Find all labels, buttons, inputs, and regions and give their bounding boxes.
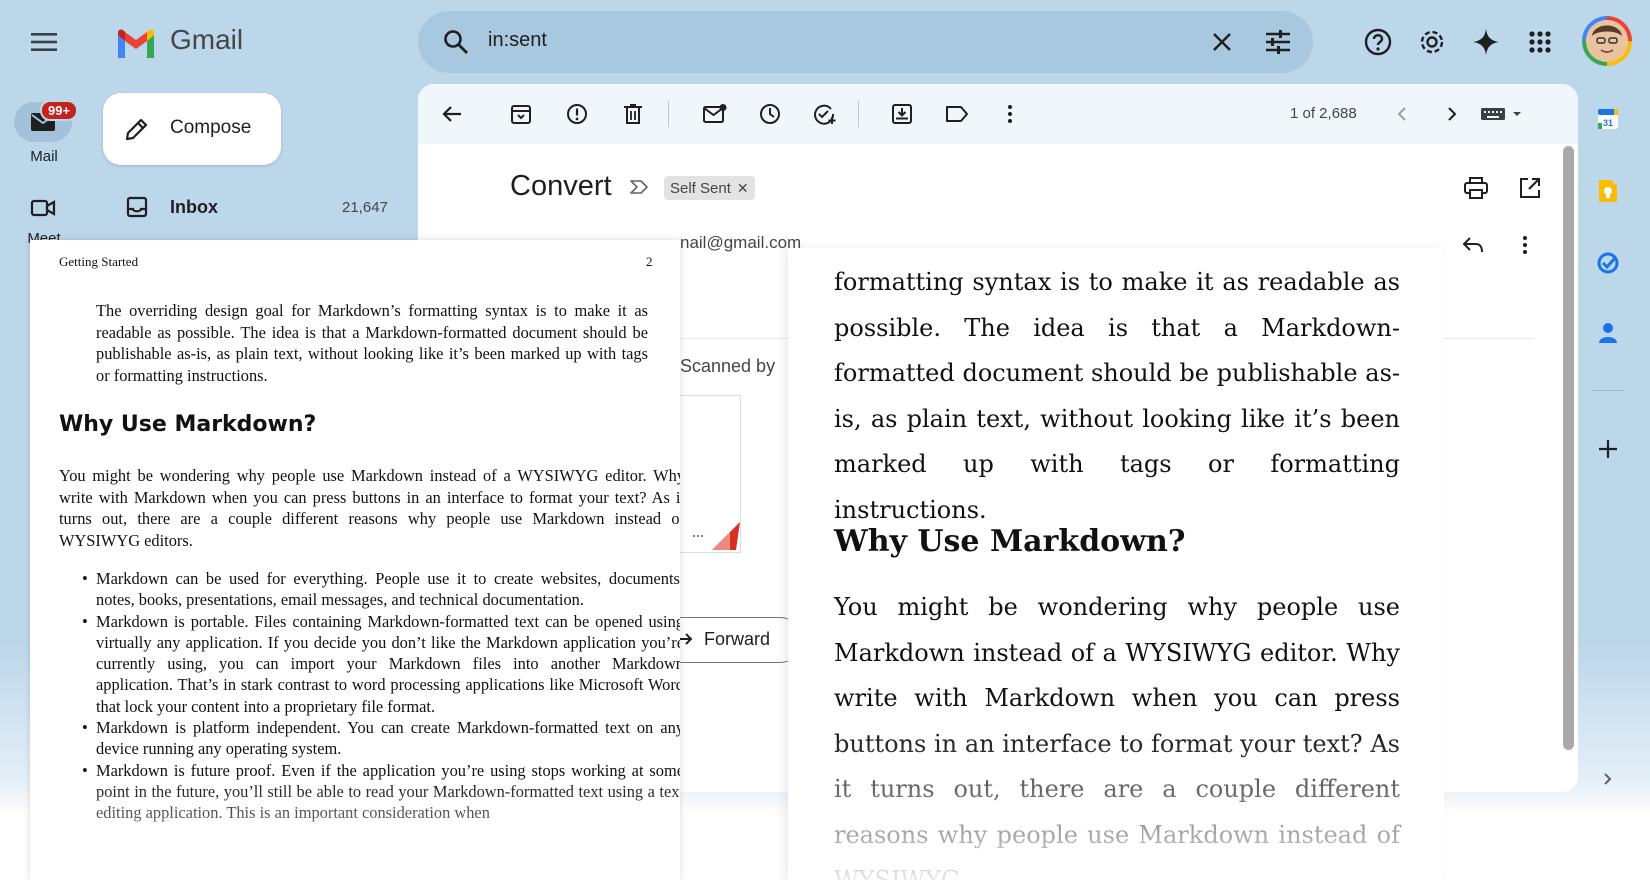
snooze-clock-icon[interactable] — [752, 96, 788, 132]
label-chip-self-sent[interactable]: Self Sent ✕ — [664, 176, 755, 200]
search-options-icon[interactable] — [1258, 22, 1298, 62]
calendar-icon[interactable]: 31 — [1593, 104, 1623, 134]
inbox-count: 21,647 — [342, 199, 388, 216]
pdf-paragraph: The overriding design goal for Markdown’… — [96, 301, 648, 385]
search-bar[interactable] — [418, 11, 1313, 73]
page-count: 1 of 2,688 — [1290, 105, 1357, 122]
gmail-logo-icon[interactable] — [115, 28, 157, 58]
sender-email: nail@gmail.com — [680, 233, 802, 252]
zoom-fade-overlay — [788, 728, 1444, 880]
toolbar-divider — [858, 101, 859, 127]
svg-text:31: 31 — [1603, 118, 1613, 128]
compose-label[interactable]: Compose — [170, 117, 251, 139]
gemini-sparkle-icon[interactable] — [1466, 22, 1506, 62]
pdf-paragraph: You might be wondering why people use Ma… — [59, 466, 680, 550]
archive-icon[interactable] — [503, 96, 539, 132]
forward-label[interactable]: Forward — [704, 629, 770, 650]
pdf-running-header: Getting Started — [59, 254, 139, 269]
inbox-icon[interactable] — [122, 193, 152, 221]
menu-icon[interactable] — [24, 22, 64, 62]
older-chevron-icon[interactable] — [1434, 96, 1470, 132]
keep-icon[interactable] — [1593, 176, 1623, 206]
help-icon[interactable] — [1358, 22, 1398, 62]
label-tag-icon[interactable] — [939, 96, 975, 132]
clear-search-icon[interactable] — [1202, 22, 1242, 62]
zoom-heading: Why Use Markdown? — [834, 524, 1186, 559]
newer-chevron-icon[interactable] — [1384, 96, 1420, 132]
add-to-tasks-icon[interactable] — [807, 96, 843, 132]
pdf-bullet-item: Markdown is platform independent. You ca… — [82, 717, 680, 760]
open-new-window-icon[interactable] — [1514, 172, 1546, 204]
pdf-page-preview: Getting Started 2 The overriding design … — [30, 240, 680, 880]
search-icon[interactable] — [436, 22, 476, 62]
settings-gear-icon[interactable] — [1412, 22, 1452, 62]
move-to-icon[interactable] — [884, 96, 920, 132]
tasks-icon[interactable] — [1593, 248, 1623, 278]
input-tools-keyboard-icon[interactable] — [1474, 96, 1530, 132]
pdf-heading: Why Use Markdown? — [59, 412, 317, 437]
zoomed-reading-view: formatting syntax is to make it as reada… — [788, 248, 1444, 880]
contacts-icon[interactable] — [1593, 318, 1623, 348]
google-apps-icon[interactable] — [1520, 22, 1560, 62]
print-icon[interactable] — [1460, 172, 1492, 204]
add-addon-icon[interactable] — [1593, 434, 1623, 464]
zoom-paragraph: formatting syntax is to make it as reada… — [834, 268, 1400, 524]
importance-marker-icon[interactable] — [628, 176, 650, 198]
back-arrow-icon[interactable] — [434, 96, 470, 132]
pdf-file-icon — [690, 522, 740, 550]
account-avatar[interactable] — [1582, 16, 1632, 66]
scanned-by-text: Scanned by — [680, 356, 776, 376]
expand-panel-chevron-icon[interactable] — [1593, 764, 1623, 794]
sidebar-item-inbox[interactable]: Inbox — [170, 197, 218, 218]
gmail-wordmark: Gmail — [170, 24, 244, 55]
message-scrollbar[interactable] — [1563, 146, 1574, 750]
pdf-fade-overlay — [30, 780, 680, 880]
mail-rail-label[interactable]: Mail — [22, 148, 66, 165]
unread-badge: 99+ — [40, 100, 79, 121]
remove-label-icon[interactable]: ✕ — [737, 180, 749, 197]
pdf-page-number: 2 — [646, 254, 653, 269]
pdf-bullet-item: Markdown is portable. Files containing M… — [82, 611, 680, 717]
search-input[interactable]: in:sent — [488, 29, 547, 52]
mark-unread-icon[interactable] — [697, 96, 733, 132]
toolbar-divider — [668, 101, 669, 127]
pencil-icon — [120, 112, 154, 146]
report-spam-icon[interactable] — [559, 96, 595, 132]
avatar-face-icon — [1586, 20, 1628, 62]
side-panel-divider — [1592, 390, 1624, 391]
email-subject: Convert — [510, 170, 612, 202]
more-options-icon[interactable] — [992, 96, 1028, 132]
delete-trash-icon[interactable] — [615, 96, 651, 132]
label-chip-text: Self Sent — [670, 179, 731, 197]
pdf-bullet-item: Markdown can be used for everything. Peo… — [82, 568, 680, 611]
message-more-icon[interactable] — [1508, 228, 1542, 262]
reply-icon[interactable] — [1456, 228, 1490, 262]
meet-video-icon[interactable] — [28, 196, 58, 220]
